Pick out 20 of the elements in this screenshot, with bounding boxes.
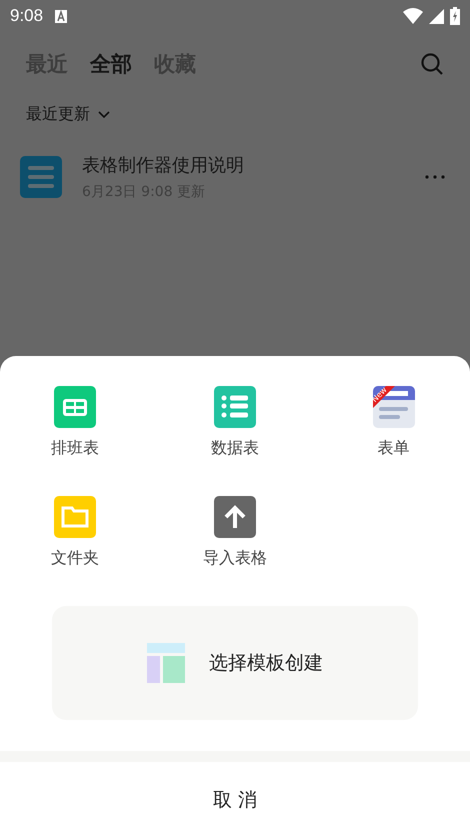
layout-icon (147, 643, 185, 683)
search-icon[interactable] (420, 52, 444, 76)
chevron-icon (98, 110, 110, 118)
list-icon (214, 386, 256, 428)
create-option[interactable]: 导入表格 (156, 496, 314, 588)
create-option[interactable]: 数据表 (156, 386, 314, 478)
battery-icon (450, 7, 460, 25)
folder-icon (54, 496, 96, 538)
grid-icon (54, 386, 96, 428)
signal-icon (429, 8, 444, 24)
template-button[interactable]: 选择模板创建 (52, 606, 418, 720)
create-option[interactable]: 排班表 (0, 386, 157, 478)
upload-icon (214, 496, 256, 538)
form-icon (372, 386, 415, 428)
document-icon (20, 156, 62, 198)
notification-icon (55, 10, 68, 22)
file-name: 表格制作器使用说明 (82, 154, 244, 177)
wifi-icon (403, 8, 423, 24)
status-time: 9:08 (10, 6, 44, 26)
create-option[interactable]: 文件夹 (0, 496, 157, 588)
